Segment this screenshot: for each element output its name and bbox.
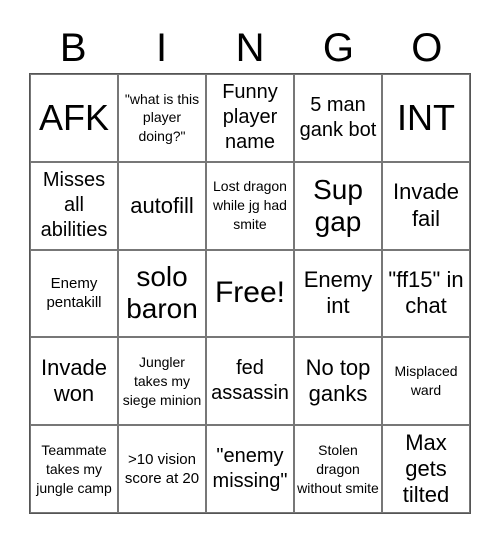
bingo-cell[interactable]: "enemy missing" (206, 425, 294, 513)
header-letter-n: N (235, 26, 265, 70)
header-letter-i: I (156, 26, 168, 70)
header-letter-g: G (322, 26, 354, 70)
bingo-cell[interactable]: Misses all abilities (30, 161, 118, 250)
bingo-cell[interactable]: "ff15" in chat (382, 249, 470, 338)
bingo-cell[interactable]: Stolen dragon without smite (294, 425, 382, 513)
bingo-grid: AFK "what is this player doing?" Funny p… (29, 73, 471, 514)
header-letter-b: B (59, 26, 87, 70)
bingo-cell[interactable]: No top ganks (294, 337, 382, 426)
bingo-cell[interactable]: fed assassin (206, 337, 294, 426)
bingo-cell[interactable]: Sup gap (294, 161, 382, 250)
bingo-cell[interactable]: "what is this player doing?" (118, 74, 206, 162)
bingo-cell[interactable]: solo baron (118, 249, 206, 338)
bingo-cell[interactable]: >10 vision score at 20 (118, 425, 206, 513)
bingo-cell[interactable]: Misplaced ward (382, 337, 470, 426)
bingo-cell[interactable]: 5 man gank bot (294, 74, 382, 162)
bingo-cell[interactable]: Teammate takes my jungle camp (30, 425, 118, 513)
bingo-cell[interactable]: Lost dragon while jg had smite (206, 161, 294, 250)
header-letter-o: O (411, 26, 443, 70)
bingo-cell[interactable]: autofill (118, 161, 206, 250)
bingo-cell[interactable]: Invade fail (382, 161, 470, 250)
bingo-cell[interactable]: INT (382, 74, 470, 162)
bingo-cell[interactable]: Max gets tilted (382, 425, 470, 513)
free-space-cell[interactable]: Free! (206, 249, 294, 338)
bingo-cell[interactable]: Invade won (30, 337, 118, 426)
bingo-cell[interactable]: AFK (30, 74, 118, 162)
bingo-cell[interactable]: Funny player name (206, 74, 294, 162)
bingo-cell[interactable]: Enemy pentakill (30, 249, 118, 338)
bingo-header: B I N G O (29, 22, 471, 74)
bingo-cell[interactable]: Enemy int (294, 249, 382, 338)
bingo-cell[interactable]: Jungler takes my siege minion (118, 337, 206, 426)
